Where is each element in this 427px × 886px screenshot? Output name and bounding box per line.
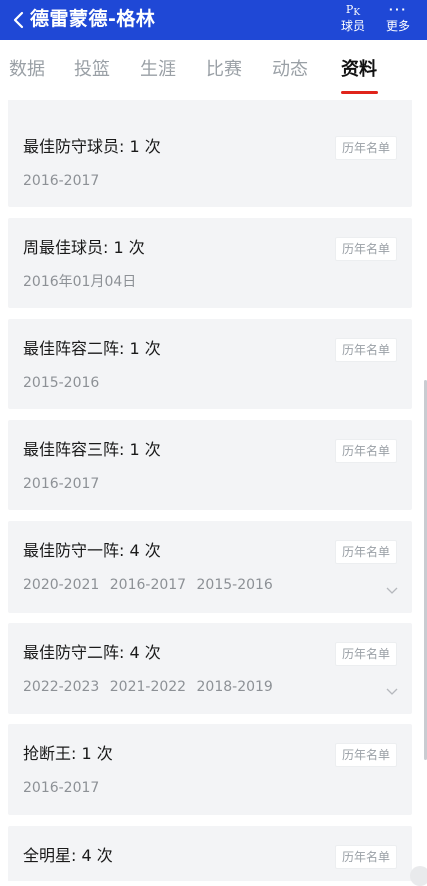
player-name-title: 德雷蒙德-格林 <box>30 8 156 30</box>
honor-years: 2016-2017 <box>23 476 100 492</box>
more-label: 更多 <box>385 19 410 33</box>
history-list-button[interactable]: 历年名单 <box>335 136 397 160</box>
pk-label: 球员 <box>340 19 365 33</box>
honor-card: 最佳阵容三阵: 1 次 2016-2017 历年名单 <box>8 420 412 510</box>
honor-years: 2015-2016 <box>23 375 100 391</box>
honor-title: 最佳防守二阵: 4 次 <box>23 643 161 662</box>
more-button[interactable]: ··· 更多 <box>380 2 416 34</box>
floating-button-edge[interactable] <box>410 866 427 886</box>
history-list-button[interactable]: 历年名单 <box>335 237 397 261</box>
active-tab-indicator <box>341 91 378 94</box>
honors-list[interactable]: 最佳防守球员: 1 次 2016-2017 历年名单 周最佳球员: 1 次 20… <box>0 100 427 881</box>
honor-title: 最佳阵容二阵: 1 次 <box>23 339 161 358</box>
honor-card-expandable[interactable]: 最佳防守二阵: 4 次 2022-2023 2021-2022 2018-201… <box>8 623 412 714</box>
chevron-down-icon[interactable] <box>385 583 399 597</box>
history-list-button[interactable]: 历年名单 <box>335 338 397 362</box>
honor-title: 最佳防守球员: 1 次 <box>23 137 161 156</box>
tab-profile[interactable]: 资料 <box>341 57 377 83</box>
tab-shooting[interactable]: 投篮 <box>74 57 110 83</box>
honor-card: 抢断王: 1 次 2016-2017 历年名单 <box>8 724 412 815</box>
history-list-button[interactable]: 历年名单 <box>335 642 397 666</box>
honor-title: 周最佳球员: 1 次 <box>23 238 145 257</box>
tab-data[interactable]: 数据 <box>9 57 45 83</box>
honor-card: 最佳防守球员: 1 次 2016-2017 历年名单 <box>8 117 412 207</box>
tab-news[interactable]: 动态 <box>272 57 308 83</box>
history-list-button[interactable]: 历年名单 <box>335 743 397 767</box>
honor-years: 2022-2023 2021-2022 2018-2019 <box>23 679 273 695</box>
honor-years: 2016年01月04日 <box>23 274 137 290</box>
more-dots-icon: ··· <box>388 3 408 16</box>
app-header: 德雷蒙德-格林 PK 球员 ··· 更多 <box>0 0 427 40</box>
honor-card-expandable[interactable]: 最佳防守一阵: 4 次 2020-2021 2016-2017 2015-201… <box>8 521 412 613</box>
chevron-down-icon[interactable] <box>385 684 399 698</box>
tab-games[interactable]: 比赛 <box>206 57 242 83</box>
honor-title: 最佳阵容三阵: 1 次 <box>23 440 161 459</box>
honor-title: 最佳防守一阵: 4 次 <box>23 541 161 560</box>
pk-player-button[interactable]: PK 球员 <box>335 2 371 34</box>
honor-card: 全明星: 4 次 历年名单 <box>8 826 412 881</box>
history-list-button[interactable]: 历年名单 <box>335 845 397 869</box>
honor-card: 最佳阵容二阵: 1 次 2015-2016 历年名单 <box>8 319 412 409</box>
back-arrow-icon[interactable] <box>10 11 28 29</box>
honor-years: 2016-2017 <box>23 780 100 796</box>
honor-card: 周最佳球员: 1 次 2016年01月04日 历年名单 <box>8 218 412 308</box>
history-list-button[interactable]: 历年名单 <box>335 439 397 463</box>
pk-icon: PK <box>345 3 361 18</box>
honor-title: 全明星: 4 次 <box>23 846 113 865</box>
history-list-button[interactable]: 历年名单 <box>335 540 397 564</box>
honor-years: 2016-2017 <box>23 173 100 189</box>
honor-years: 2020-2021 2016-2017 2015-2016 <box>23 577 273 593</box>
honor-title: 抢断王: 1 次 <box>23 744 113 763</box>
tab-career[interactable]: 生涯 <box>140 57 176 83</box>
